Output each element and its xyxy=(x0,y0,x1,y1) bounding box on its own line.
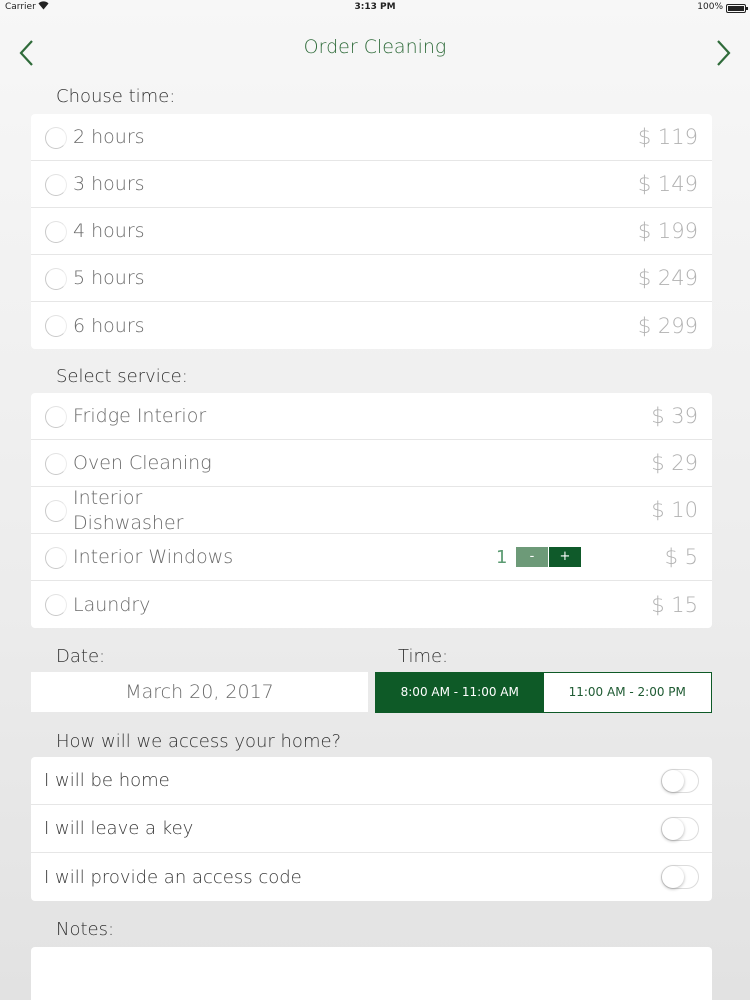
time-option-price: $ 149 xyxy=(637,172,698,196)
service-option-label: Interior Dishwasher xyxy=(73,486,183,536)
chevron-right-icon xyxy=(717,40,731,66)
time-options-list: 2 hours $ 119 3 hours $ 149 4 hours $ 19… xyxy=(31,114,712,349)
time-option-label: 5 hours xyxy=(73,267,145,289)
date-label: Date: xyxy=(56,646,106,667)
time-option-label: 2 hours xyxy=(73,126,145,148)
quantity-increment-button[interactable]: + xyxy=(549,547,581,567)
time-option-price: $ 299 xyxy=(637,313,698,338)
radio-button[interactable] xyxy=(45,268,67,290)
navigation-bar: Order Cleaning xyxy=(0,16,750,82)
time-slot-segmented-control: 8:00 AM - 11:00 AM 11:00 AM - 2:00 PM xyxy=(375,672,712,713)
time-slot-morning[interactable]: 8:00 AM - 11:00 AM xyxy=(376,673,544,712)
service-option-price: $ 29 xyxy=(651,451,698,475)
access-section-label: How will we access your home? xyxy=(56,731,342,752)
radio-button[interactable] xyxy=(45,315,67,337)
service-options-list: Fridge Interior $ 39 Oven Cleaning $ 29 … xyxy=(31,393,712,628)
service-option-oven-cleaning[interactable]: Oven Cleaning $ 29 xyxy=(31,440,712,487)
date-picker[interactable]: March 20, 2017 xyxy=(31,672,368,712)
forward-button[interactable] xyxy=(706,36,736,70)
service-section-label: Select service: xyxy=(56,366,188,387)
access-option-be-home: I will be home xyxy=(31,757,712,805)
service-option-price: $ 10 xyxy=(651,498,698,522)
quantity-value: 1 xyxy=(496,546,508,568)
notes-textarea[interactable] xyxy=(31,947,712,1000)
service-option-laundry[interactable]: Laundry $ 15 xyxy=(31,581,712,628)
time-option-3-hours[interactable]: 3 hours $ 149 xyxy=(31,161,712,208)
service-option-label: Laundry xyxy=(73,593,151,616)
access-option-label: I will provide an access code xyxy=(44,866,302,888)
service-option-interior-dishwasher[interactable]: Interior Dishwasher $ 10 xyxy=(31,487,712,534)
service-option-price: $ 39 xyxy=(651,404,698,428)
radio-button[interactable] xyxy=(45,406,67,428)
time-section-label: Chouse time: xyxy=(56,86,176,107)
access-option-leave-key: I will leave a key xyxy=(31,805,712,853)
radio-button[interactable] xyxy=(45,221,67,243)
battery-percent: 100% xyxy=(697,2,723,12)
be-home-toggle[interactable] xyxy=(661,769,699,793)
time-option-6-hours[interactable]: 6 hours $ 299 xyxy=(31,302,712,349)
time-option-label: 4 hours xyxy=(73,220,145,242)
radio-button[interactable] xyxy=(45,174,67,196)
service-option-price: $ 15 xyxy=(651,592,698,617)
access-option-label: I will leave a key xyxy=(44,818,194,839)
service-option-label: Fridge Interior xyxy=(73,405,207,427)
time-option-price: $ 249 xyxy=(637,266,698,290)
service-option-interior-windows[interactable]: Interior Windows 1 - + $ 5 xyxy=(31,534,712,581)
radio-button[interactable] xyxy=(45,453,67,475)
access-option-label: I will be home xyxy=(44,770,170,791)
time-option-5-hours[interactable]: 5 hours $ 249 xyxy=(31,255,712,302)
service-option-label-line1: Interior xyxy=(73,487,143,509)
page-title: Order Cleaning xyxy=(303,36,447,58)
service-option-label-line2: Dishwasher xyxy=(73,512,184,534)
time-option-4-hours[interactable]: 4 hours $ 199 xyxy=(31,208,712,255)
radio-button[interactable] xyxy=(45,500,67,522)
time-slot-midday[interactable]: 11:00 AM - 2:00 PM xyxy=(544,673,712,712)
status-bar: Carrier 3:13 PM 100% xyxy=(0,0,750,16)
service-option-fridge-interior[interactable]: Fridge Interior $ 39 xyxy=(31,393,712,440)
status-time: 3:13 PM xyxy=(354,2,396,12)
time-option-price: $ 199 xyxy=(637,219,698,243)
quantity-decrement-button[interactable]: - xyxy=(516,547,548,567)
time-option-price: $ 119 xyxy=(637,125,698,149)
service-option-label: Interior Windows xyxy=(73,546,234,568)
access-code-toggle[interactable] xyxy=(661,865,699,889)
time-label: Time: xyxy=(398,646,449,667)
battery-icon xyxy=(726,4,748,13)
time-option-2-hours[interactable]: 2 hours $ 119 xyxy=(31,114,712,161)
leave-key-toggle[interactable] xyxy=(661,817,699,841)
notes-label: Notes: xyxy=(56,919,115,940)
access-options-list: I will be home I will leave a key I will… xyxy=(31,757,712,901)
radio-button[interactable] xyxy=(45,547,67,569)
radio-button[interactable] xyxy=(45,594,67,616)
time-option-label: 3 hours xyxy=(73,173,145,195)
service-option-price: $ 5 xyxy=(664,545,698,569)
time-option-label: 6 hours xyxy=(73,314,145,337)
access-option-access-code: I will provide an access code xyxy=(31,853,712,901)
service-option-label: Oven Cleaning xyxy=(73,452,212,474)
radio-button[interactable] xyxy=(45,127,67,149)
